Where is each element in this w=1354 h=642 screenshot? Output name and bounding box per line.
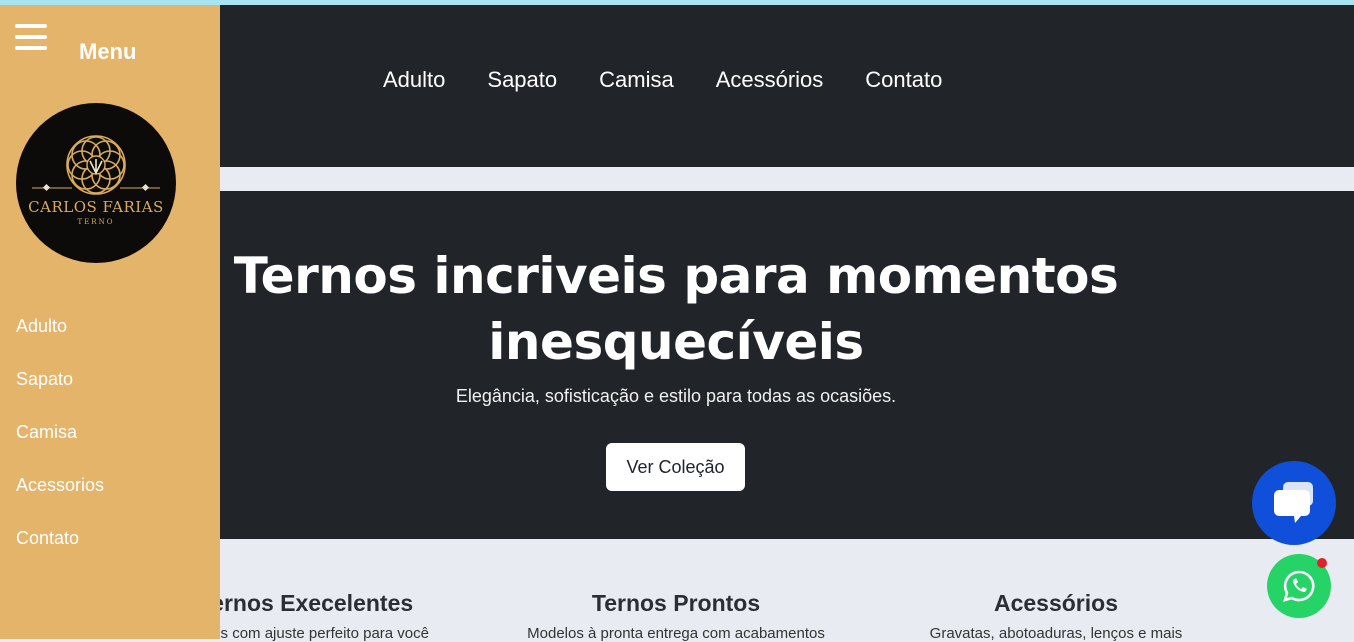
feature-card: Acessórios Gravatas, abotoaduras, lenços… bbox=[866, 589, 1246, 642]
sidebar-item-acessorios[interactable]: Acessorios bbox=[16, 474, 104, 527]
notification-dot bbox=[1317, 558, 1327, 568]
sidebar-item-sapato[interactable]: Sapato bbox=[16, 368, 104, 421]
hero-subtitle: Elegância, sofisticação e estilo para to… bbox=[455, 386, 897, 406]
feature-text: Modelos à pronta entrega com acabamentos bbox=[527, 625, 825, 642]
logo-subtext: TERNO bbox=[77, 218, 115, 226]
feature-title: Acessórios bbox=[993, 590, 1118, 616]
feature-title: Ternos Prontos bbox=[591, 590, 761, 616]
nav-link-acessorios[interactable]: Acessórios bbox=[695, 65, 845, 95]
hamburger-icon[interactable] bbox=[15, 24, 47, 50]
sidebar-item-contato[interactable]: Contato bbox=[16, 527, 104, 580]
chat-button[interactable] bbox=[1252, 461, 1336, 545]
sidebar-nav: Adulto Sapato Camisa Acessorios Contato bbox=[16, 315, 104, 580]
sidebar-item-adulto[interactable]: Adulto bbox=[16, 315, 104, 368]
hero-title: Ternos incriveis para momentos inesquecí… bbox=[233, 247, 1119, 371]
whatsapp-icon bbox=[1283, 570, 1315, 602]
hero-content: Ternos incriveis para momentos inesquecí… bbox=[220, 191, 1354, 539]
nav-link-sapato[interactable]: Sapato bbox=[466, 65, 578, 95]
nav-link-adulto[interactable]: Adulto bbox=[362, 65, 466, 95]
feature-card: Ternos Prontos Modelos à pronta entrega … bbox=[486, 589, 866, 642]
sidebar: Menu CARLOS FARIAS TERNO Adulto Sapato C… bbox=[0, 5, 220, 639]
flower-emblem-icon bbox=[32, 135, 160, 195]
logo-text: CARLOS FARIAS bbox=[28, 198, 164, 216]
nav-link-camisa[interactable]: Camisa bbox=[578, 65, 695, 95]
view-collection-button[interactable]: Ver Coleção bbox=[606, 443, 745, 491]
nav-link-contato[interactable]: Contato bbox=[844, 65, 963, 95]
sidebar-item-camisa[interactable]: Camisa bbox=[16, 421, 104, 474]
feature-text: Gravatas, abotoaduras, lenços e mais bbox=[929, 625, 1183, 642]
menu-title: Menu bbox=[79, 39, 137, 64]
chat-bubbles-icon bbox=[1274, 482, 1313, 523]
top-nav: Adulto Sapato Camisa Acessórios Contato bbox=[362, 65, 963, 95]
brand-logo: CARLOS FARIAS TERNO bbox=[16, 103, 176, 263]
